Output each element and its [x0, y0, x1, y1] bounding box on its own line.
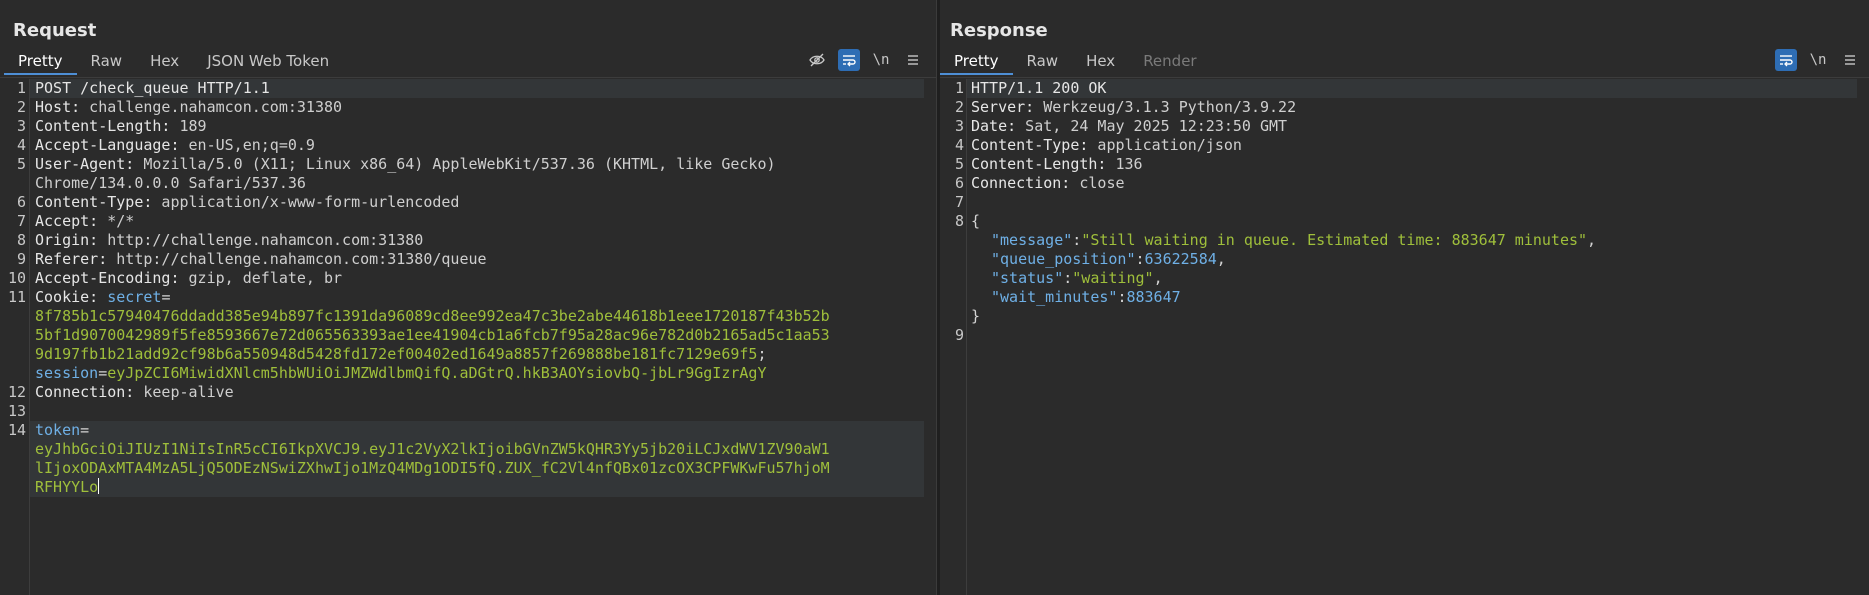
line-number: 2	[954, 98, 964, 116]
header-referer: Referer: http://challenge.nahamcon.com:3…	[35, 250, 487, 268]
response-editor[interactable]: 1 2 3 4 5 6 7 8 9 HTTP/1.1 200 OK Server…	[940, 79, 1869, 595]
tab-pretty[interactable]: Pretty	[940, 49, 1013, 75]
line-number: 7	[16, 212, 26, 230]
header-accept-language: Accept-Language: en-US,en;q=0.9	[35, 136, 315, 154]
json-message: "message":"Still waiting in queue. Estim…	[991, 231, 1597, 249]
header-connection: Connection: close	[971, 174, 1125, 192]
response-body: HTTP/1.1 200 OK Server: Werkzeug/3.1.3 P…	[971, 79, 1859, 345]
cookie-secret-value: 9d197fb1b21add92cf98b6a550948d5428fd172e…	[35, 345, 767, 363]
header-user-agent-cont: Chrome/134.0.0.0 Safari/537.36	[35, 174, 306, 192]
header-cookie: Cookie: secret=	[35, 288, 171, 306]
request-line: POST /check_queue HTTP/1.1	[35, 79, 270, 97]
json-open-brace: {	[971, 212, 981, 230]
line-number: 9	[16, 250, 26, 268]
request-title: Request	[13, 20, 97, 41]
cookie-session: session=eyJpZCI6MiwidXNlcm5hbWUiOiJMZWdl…	[35, 364, 767, 382]
response-title: Response	[950, 20, 1048, 41]
line-number: 8	[954, 212, 964, 230]
header-content-length: Content-Length: 136	[971, 155, 1143, 173]
request-editor[interactable]: 1 2 3 4 5 6 7 8 9 10 11 12 13 14 POST /c…	[0, 79, 936, 595]
response-tabs: Pretty Raw Hex Render	[940, 49, 1211, 75]
status-line: HTTP/1.1 200 OK	[971, 79, 1107, 97]
header-date: Date: Sat, 24 May 2025 12:23:50 GMT	[971, 117, 1288, 135]
token-value: eyJhbGciOiJIUzI1NiIsInR5cCI6IkpXVCJ9.eyJ…	[35, 440, 830, 458]
line-number: 6	[954, 174, 964, 192]
header-content-type: Content-Type: application/x-www-form-url…	[35, 193, 460, 211]
line-number: 3	[954, 117, 964, 135]
tab-raw[interactable]: Raw	[77, 49, 137, 75]
line-number: 13	[7, 402, 26, 420]
tab-raw[interactable]: Raw	[1013, 49, 1073, 75]
request-tabs: Pretty Raw Hex JSON Web Token	[4, 49, 343, 75]
line-number: 10	[7, 269, 26, 287]
line-number: 8	[16, 231, 26, 249]
line-number: 2	[16, 98, 26, 116]
header-server: Server: Werkzeug/3.1.3 Python/3.9.22	[971, 98, 1297, 116]
line-number: 4	[954, 136, 964, 154]
header-origin: Origin: http://challenge.nahamcon.com:31…	[35, 231, 424, 249]
line-number: 5	[954, 155, 964, 173]
newline-toggle[interactable]: \n	[870, 49, 892, 71]
line-number: 7	[954, 193, 964, 211]
header-accept: Accept: */*	[35, 212, 135, 230]
word-wrap-icon[interactable]	[838, 49, 860, 71]
header-content-length: Content-Length: 189	[35, 117, 207, 135]
text-caret	[98, 478, 100, 494]
line-number: 1	[954, 79, 964, 97]
menu-icon[interactable]	[1839, 49, 1861, 71]
line-number: 9	[954, 326, 964, 344]
tab-hex[interactable]: Hex	[136, 49, 193, 75]
menu-icon[interactable]	[902, 49, 924, 71]
token-value: RFHYYLo	[35, 478, 100, 496]
cookie-secret-value: 5bf1d9070042989f5fe8593667e72d065563393a…	[35, 326, 830, 344]
header-connection: Connection: keep-alive	[35, 383, 234, 401]
request-body: POST /check_queue HTTP/1.1 Host: challen…	[35, 79, 926, 516]
tab-json-web-token[interactable]: JSON Web Token	[193, 49, 343, 75]
line-number: 14	[7, 421, 26, 439]
request-panel: Request Pretty Raw Hex JSON Web Token \n…	[0, 0, 936, 595]
tab-hex[interactable]: Hex	[1072, 49, 1129, 75]
hide-icon[interactable]	[806, 49, 828, 71]
header-host: Host: challenge.nahamcon.com:31380	[35, 98, 343, 116]
line-number: 11	[7, 288, 26, 306]
request-tools: \n	[806, 48, 924, 72]
line-number: 4	[16, 136, 26, 154]
word-wrap-icon[interactable]	[1775, 49, 1797, 71]
newline-toggle[interactable]: \n	[1807, 49, 1829, 71]
json-wait-minutes: "wait_minutes":883647	[991, 288, 1181, 306]
response-tools: \n	[1775, 48, 1861, 72]
line-number: 5	[16, 155, 26, 173]
tab-render[interactable]: Render	[1129, 49, 1210, 75]
line-number: 12	[7, 383, 26, 401]
header-accept-encoding: Accept-Encoding: gzip, deflate, br	[35, 269, 343, 287]
line-number: 6	[16, 193, 26, 211]
header-user-agent: User-Agent: Mozilla/5.0 (X11; Linux x86_…	[35, 155, 776, 173]
json-status: "status":"waiting",	[991, 269, 1163, 287]
body-token-param: token=	[35, 421, 90, 439]
json-close-brace: }	[971, 307, 981, 325]
token-value: lIjoxODAxMTA4MzA5LjQ5ODEzNSwiZXhwIjo1MzQ…	[35, 459, 830, 477]
header-content-type: Content-Type: application/json	[971, 136, 1242, 154]
line-number: 1	[16, 79, 26, 97]
json-queue-position: "queue_position":63622584,	[991, 250, 1226, 268]
tab-pretty[interactable]: Pretty	[4, 49, 77, 75]
cookie-secret-value: 8f785b1c57940476ddadd385e94b897fc1391da9…	[35, 307, 830, 325]
response-panel: Response Pretty Raw Hex Render \n 1 2 3 …	[940, 0, 1869, 595]
line-number: 3	[16, 117, 26, 135]
